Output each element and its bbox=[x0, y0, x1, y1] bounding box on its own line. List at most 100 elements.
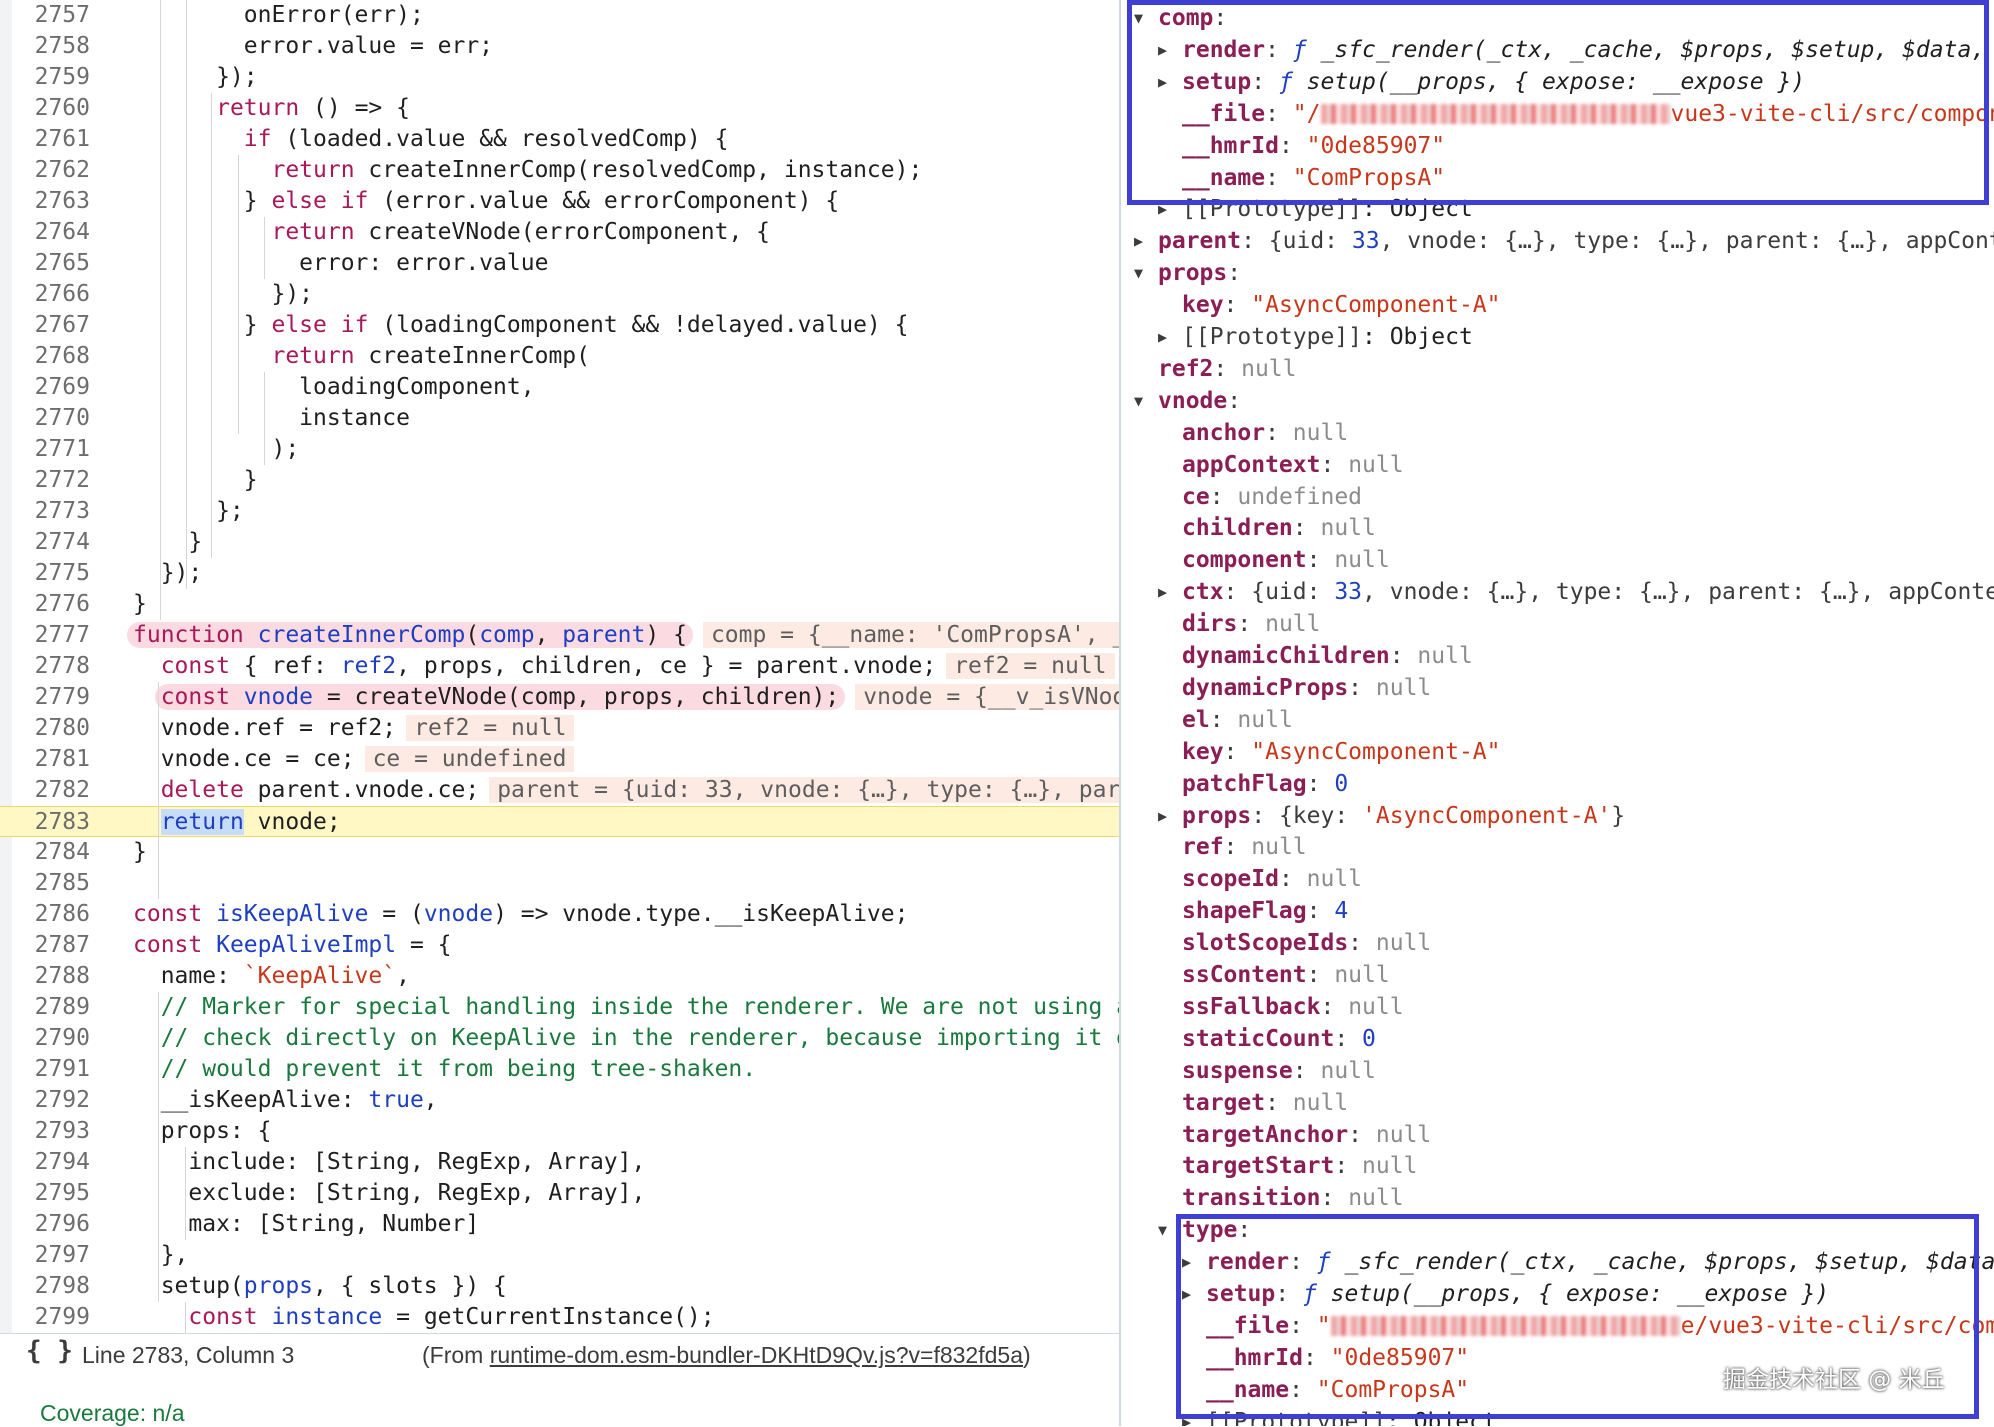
code-line[interactable]: 2790 // check directly on KeepAlive in t… bbox=[0, 1023, 1119, 1054]
line-number[interactable]: 2773 bbox=[14, 496, 90, 527]
expanded-arrow-icon[interactable]: ▼ bbox=[1134, 257, 1143, 289]
code-line[interactable]: 2788 name: `KeepAlive`, bbox=[0, 961, 1119, 992]
scope-row-parent[interactable]: ▶parent: {uid: 33, vnode: {…}, type: {…}… bbox=[1121, 225, 1994, 257]
code-line[interactable]: 2765 error: error.value bbox=[0, 248, 1119, 279]
collapsed-arrow-icon[interactable]: ▶ bbox=[1158, 800, 1167, 832]
line-number[interactable]: 2788 bbox=[14, 961, 90, 992]
line-number[interactable]: 2793 bbox=[14, 1116, 90, 1147]
line-number[interactable]: 2764 bbox=[14, 217, 90, 248]
code-line[interactable]: 2796 max: [String, Number] bbox=[0, 1209, 1119, 1240]
code-line[interactable]: 2799 const instance = getCurrentInstance… bbox=[0, 1302, 1119, 1333]
line-number[interactable]: 2772 bbox=[14, 465, 90, 496]
code-line[interactable]: 2777function createInnerComp(comp, paren… bbox=[0, 620, 1119, 651]
line-number[interactable]: 2763 bbox=[14, 186, 90, 217]
line-number[interactable]: 2786 bbox=[14, 899, 90, 930]
line-number[interactable]: 2778 bbox=[14, 651, 90, 682]
code-line[interactable]: 2774 } bbox=[0, 527, 1119, 558]
paused-code-line[interactable]: 2783 return vnode; bbox=[0, 806, 1119, 837]
code-line[interactable]: 2760 return () => { bbox=[0, 93, 1119, 124]
line-number[interactable]: 2797 bbox=[14, 1240, 90, 1271]
code-line[interactable]: 2785 bbox=[0, 868, 1119, 899]
line-number[interactable]: 2791 bbox=[14, 1054, 90, 1085]
code-line[interactable]: 2797 }, bbox=[0, 1240, 1119, 1271]
source-file-link[interactable]: runtime-dom.esm-bundler-DKHtD9Qv.js?v=f8… bbox=[490, 1342, 1023, 1368]
scope-row-props[interactable]: ▼props: bbox=[1121, 257, 1994, 289]
code-line[interactable]: 2770 instance bbox=[0, 403, 1119, 434]
collapsed-arrow-icon[interactable]: ▶ bbox=[1134, 225, 1143, 257]
code-line[interactable]: 2787const KeepAliveImpl = { bbox=[0, 930, 1119, 961]
code-line[interactable]: 2772 } bbox=[0, 465, 1119, 496]
line-number[interactable]: 2785 bbox=[14, 868, 90, 899]
line-number[interactable]: 2789 bbox=[14, 992, 90, 1023]
line-number[interactable]: 2765 bbox=[14, 248, 90, 279]
code-line[interactable]: 2757 onError(err); bbox=[0, 0, 1119, 31]
line-number[interactable]: 2792 bbox=[14, 1085, 90, 1116]
expanded-arrow-icon[interactable]: ▼ bbox=[1158, 1214, 1167, 1246]
line-number[interactable]: 2770 bbox=[14, 403, 90, 434]
line-number[interactable]: 2761 bbox=[14, 124, 90, 155]
code-line[interactable]: 2767 } else if (loadingComponent && !del… bbox=[0, 310, 1119, 341]
line-number[interactable]: 2767 bbox=[14, 310, 90, 341]
code-line[interactable]: 2792 __isKeepAlive: true, bbox=[0, 1085, 1119, 1116]
line-number[interactable]: 2795 bbox=[14, 1178, 90, 1209]
code-line[interactable]: 2776} bbox=[0, 589, 1119, 620]
line-number[interactable]: 2794 bbox=[14, 1147, 90, 1178]
line-number[interactable]: 2783 bbox=[14, 807, 90, 838]
line-number[interactable]: 2776 bbox=[14, 589, 90, 620]
code-line[interactable]: 2795 exclude: [String, RegExp, Array], bbox=[0, 1178, 1119, 1209]
line-number[interactable]: 2787 bbox=[14, 930, 90, 961]
code-line[interactable]: 2775 }); bbox=[0, 558, 1119, 589]
line-number[interactable]: 2790 bbox=[14, 1023, 90, 1054]
line-number[interactable]: 2757 bbox=[14, 0, 90, 31]
code-line[interactable]: 2758 error.value = err; bbox=[0, 31, 1119, 62]
line-number[interactable]: 2780 bbox=[14, 713, 90, 744]
code-line[interactable]: 2778 const { ref: ref2, props, children,… bbox=[0, 651, 1119, 682]
code-line[interactable]: 2763 } else if (error.value && errorComp… bbox=[0, 186, 1119, 217]
line-number[interactable]: 2759 bbox=[14, 62, 90, 93]
code-line[interactable]: 2759 }); bbox=[0, 62, 1119, 93]
code-line[interactable]: 2793 props: { bbox=[0, 1116, 1119, 1147]
code-line[interactable]: 2762 return createInnerComp(resolvedComp… bbox=[0, 155, 1119, 186]
pretty-print-icon[interactable]: { } bbox=[26, 1336, 73, 1366]
code-line[interactable]: 2786const isKeepAlive = (vnode) => vnode… bbox=[0, 899, 1119, 930]
line-number[interactable]: 2762 bbox=[14, 155, 90, 186]
code-line[interactable]: 2780 vnode.ref = ref2;ref2 = null bbox=[0, 713, 1119, 744]
code-line[interactable]: 2779 const vnode = createVNode(comp, pro… bbox=[0, 682, 1119, 713]
code-line[interactable]: 2798 setup(props, { slots }) { bbox=[0, 1271, 1119, 1302]
line-number[interactable]: 2798 bbox=[14, 1271, 90, 1302]
line-number[interactable]: 2779 bbox=[14, 682, 90, 713]
scope-row-props[interactable]: ▶props: {key: 'AsyncComponent-A'} bbox=[1121, 800, 1994, 832]
expanded-arrow-icon[interactable]: ▼ bbox=[1134, 385, 1143, 417]
line-number[interactable]: 2766 bbox=[14, 279, 90, 310]
code-line[interactable]: 2782 delete parent.vnode.ce;parent = {ui… bbox=[0, 775, 1119, 806]
scope-row-vnode[interactable]: ▼vnode: bbox=[1121, 385, 1994, 417]
code-line[interactable]: 2761 if (loaded.value && resolvedComp) { bbox=[0, 124, 1119, 155]
line-number[interactable]: 2775 bbox=[14, 558, 90, 589]
code-line[interactable]: 2773 }; bbox=[0, 496, 1119, 527]
code-line[interactable]: 2769 loadingComponent, bbox=[0, 372, 1119, 403]
code-line[interactable]: 2791 // would prevent it from being tree… bbox=[0, 1054, 1119, 1085]
source-editor[interactable]: 2757 onError(err);2758 error.value = err… bbox=[0, 0, 1119, 1426]
collapsed-arrow-icon[interactable]: ▶ bbox=[1158, 321, 1167, 353]
line-number[interactable]: 2784 bbox=[14, 837, 90, 868]
code-line[interactable]: 2766 }); bbox=[0, 279, 1119, 310]
code-line[interactable]: 2789 // Marker for special handling insi… bbox=[0, 992, 1119, 1023]
code-line[interactable]: 2781 vnode.ce = ce;ce = undefined bbox=[0, 744, 1119, 775]
line-number[interactable]: 2769 bbox=[14, 372, 90, 403]
scope-row-prototype[interactable]: ▶[[Prototype]]: Object bbox=[1121, 321, 1994, 353]
code-line[interactable]: 2771 ); bbox=[0, 434, 1119, 465]
line-number[interactable]: 2777 bbox=[14, 620, 90, 651]
scope-row-ctx[interactable]: ▶ctx: {uid: 33, vnode: {…}, type: {…}, p… bbox=[1121, 576, 1994, 608]
code-line[interactable]: 2764 return createVNode(errorComponent, … bbox=[0, 217, 1119, 248]
line-number[interactable]: 2782 bbox=[14, 775, 90, 806]
line-number[interactable]: 2771 bbox=[14, 434, 90, 465]
code-line[interactable]: 2768 return createInnerComp( bbox=[0, 341, 1119, 372]
line-number[interactable]: 2760 bbox=[14, 93, 90, 124]
line-number[interactable]: 2774 bbox=[14, 527, 90, 558]
line-number[interactable]: 2768 bbox=[14, 341, 90, 372]
line-number[interactable]: 2796 bbox=[14, 1209, 90, 1240]
line-number[interactable]: 2758 bbox=[14, 31, 90, 62]
line-number[interactable]: 2799 bbox=[14, 1302, 90, 1333]
code-line[interactable]: 2794 include: [String, RegExp, Array], bbox=[0, 1147, 1119, 1178]
code-line[interactable]: 2784} bbox=[0, 837, 1119, 868]
